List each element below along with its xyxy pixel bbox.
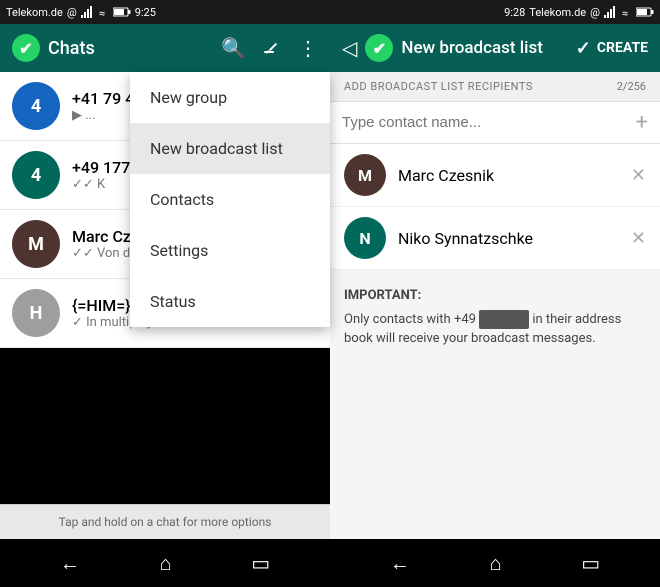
carrier-left: Telekom.de bbox=[6, 6, 63, 19]
whatsapp-logo: ✔ bbox=[12, 34, 40, 62]
broadcast-title: New broadcast list bbox=[401, 38, 567, 58]
notice-line1: Only contacts with +49 bbox=[344, 312, 476, 327]
status-bar-left: Telekom.de @ ≈ 9:25 bbox=[0, 0, 330, 24]
nav-home-right[interactable]: ⌂ bbox=[489, 551, 501, 576]
redacted-number bbox=[479, 310, 529, 330]
whatsapp-logo-symbol-right: ✔ bbox=[373, 39, 386, 58]
edit-icon[interactable] bbox=[262, 38, 282, 58]
menu-item-contacts[interactable]: Contacts bbox=[130, 174, 330, 225]
carrier-right: Telekom.de bbox=[529, 6, 586, 19]
chats-app-bar-icons: 🔍 ⋮ bbox=[221, 36, 318, 60]
signal-icon-right bbox=[604, 6, 618, 18]
nav-back-right[interactable]: ← bbox=[390, 551, 410, 576]
add-icon[interactable]: + bbox=[636, 110, 648, 135]
avatar: M bbox=[12, 220, 60, 268]
nav-bar: ← ⌂ ▭ ← ⌂ ▭ bbox=[0, 539, 660, 587]
remove-recipient-button[interactable]: ✕ bbox=[631, 165, 646, 186]
wifi-icon-right: ≈ bbox=[622, 6, 632, 18]
bottom-hint: Tap and hold on a chat for more options bbox=[0, 504, 330, 539]
broadcast-app-bar: ◁ ✔ New broadcast list ✓ CREATE bbox=[330, 24, 660, 72]
avatar: 4 bbox=[12, 151, 60, 199]
recipient-avatar: N bbox=[344, 217, 386, 259]
recipient-item: N Niko Synnatzschke ✕ bbox=[330, 207, 660, 270]
search-row: + bbox=[330, 102, 660, 144]
menu-item-settings[interactable]: Settings bbox=[130, 225, 330, 276]
create-label: CREATE bbox=[597, 40, 648, 56]
recipients-header: ADD BROADCAST LIST RECIPIENTS 2/256 bbox=[330, 72, 660, 102]
svg-text:≈: ≈ bbox=[622, 7, 628, 18]
battery-icon-right bbox=[636, 7, 654, 17]
menu-item-new-group[interactable]: New group bbox=[130, 72, 330, 123]
more-icon[interactable]: ⋮ bbox=[298, 36, 318, 60]
search-icon[interactable]: 🔍 bbox=[221, 36, 246, 60]
chats-title: Chats bbox=[48, 38, 213, 59]
recipient-name: Niko Synnatzschke bbox=[398, 229, 619, 248]
media-area bbox=[0, 348, 330, 504]
important-notice: IMPORTANT: Only contacts with +49 in the… bbox=[330, 270, 660, 365]
signal-icon-left bbox=[81, 6, 95, 18]
chats-app-bar: ✔ Chats 🔍 ⋮ bbox=[0, 24, 330, 72]
svg-text:≈: ≈ bbox=[99, 7, 105, 18]
check-icon: ✓ bbox=[576, 38, 591, 59]
nav-recents-left[interactable]: ▭ bbox=[251, 551, 270, 575]
remove-recipient-button[interactable]: ✕ bbox=[631, 228, 646, 249]
recipient-avatar: M bbox=[344, 154, 386, 196]
status-bar-right: 9:28 Telekom.de @ ≈ bbox=[330, 0, 660, 24]
avatar: H bbox=[12, 289, 60, 337]
menu-item-new-broadcast[interactable]: New broadcast list bbox=[130, 123, 330, 174]
sim-icon-right: @ bbox=[590, 6, 600, 19]
dropdown-menu: New group New broadcast list Contacts Se… bbox=[130, 72, 330, 327]
avatar: 4 bbox=[12, 82, 60, 130]
broadcast-body: ADD BROADCAST LIST RECIPIENTS 2/256 + M … bbox=[330, 72, 660, 539]
nav-recents-right[interactable]: ▭ bbox=[581, 551, 600, 575]
time-left: 9:25 bbox=[135, 6, 156, 19]
main-area: ✔ Chats 🔍 ⋮ New group New broadcast list… bbox=[0, 24, 660, 539]
back-button[interactable]: ◁ bbox=[342, 36, 357, 60]
status-bars: Telekom.de @ ≈ 9:25 9:28 Telekom.de @ bbox=[0, 0, 660, 24]
recipient-name: Marc Czesnik bbox=[398, 166, 619, 185]
whatsapp-logo-symbol: ✔ bbox=[19, 39, 32, 58]
nav-right: ← ⌂ ▭ bbox=[330, 539, 660, 587]
nav-home-left[interactable]: ⌂ bbox=[159, 551, 171, 576]
sim-icon-left: @ bbox=[67, 6, 77, 19]
right-panel: ◁ ✔ New broadcast list ✓ CREATE ADD BROA… bbox=[330, 24, 660, 539]
contact-search-input[interactable] bbox=[342, 114, 636, 131]
time-right: 9:28 bbox=[504, 6, 525, 19]
recipient-item: M Marc Czesnik ✕ bbox=[330, 144, 660, 207]
nav-back-left[interactable]: ← bbox=[60, 551, 80, 576]
battery-icon-left bbox=[113, 7, 131, 17]
nav-left: ← ⌂ ▭ bbox=[0, 539, 330, 587]
whatsapp-logo-right: ✔ bbox=[365, 34, 393, 62]
menu-item-status[interactable]: Status bbox=[130, 276, 330, 327]
recipients-label: ADD BROADCAST LIST RECIPIENTS bbox=[344, 80, 533, 93]
create-button[interactable]: ✓ CREATE bbox=[576, 38, 648, 59]
recipients-count: 2/256 bbox=[617, 80, 646, 93]
notice-title: IMPORTANT: bbox=[344, 286, 646, 306]
wifi-icon-left: ≈ bbox=[99, 6, 109, 18]
left-panel: ✔ Chats 🔍 ⋮ New group New broadcast list… bbox=[0, 24, 330, 539]
